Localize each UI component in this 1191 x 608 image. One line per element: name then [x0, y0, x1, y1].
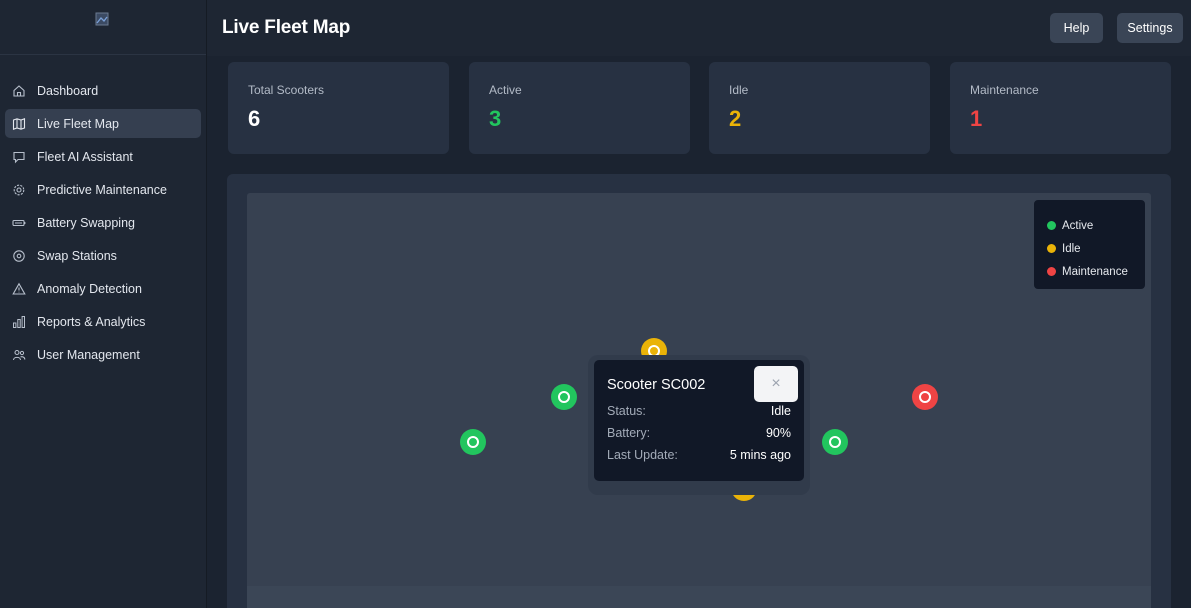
page-title: Live Fleet Map: [222, 17, 351, 38]
sidebar-item-dashboard[interactable]: Dashboard: [5, 76, 201, 105]
battery-icon: [12, 216, 26, 230]
status-dot: [1047, 221, 1056, 230]
stat-value: 3: [489, 106, 502, 131]
sidebar: Dashboard Live Fleet Map Fleet AI Assist…: [0, 0, 207, 608]
marker-ring-icon: [919, 391, 931, 403]
sidebar-item-user-management[interactable]: User Management: [5, 340, 201, 369]
sidebar-item-reports-analytics[interactable]: Reports & Analytics: [5, 307, 201, 336]
stat-label: Total Scooters: [248, 83, 325, 97]
stat-card-maintenance: Maintenance 1: [950, 62, 1171, 154]
scooter-marker-active[interactable]: [822, 429, 848, 455]
map-icon: [12, 117, 26, 131]
logo-area: [0, 0, 206, 55]
bar-chart-icon: [12, 315, 26, 329]
sidebar-item-label: Swap Stations: [37, 248, 117, 263]
popup-details: Status: Idle Battery: 90% Last Update: 5…: [607, 400, 791, 466]
sidebar-item-label: Dashboard: [37, 83, 99, 98]
scooter-marker-maintenance[interactable]: [912, 384, 938, 410]
scooter-marker-active[interactable]: [460, 429, 486, 455]
map-legend: Active Idle Maintenance: [1034, 200, 1145, 289]
scooter-marker-active[interactable]: [551, 384, 577, 410]
popup-key: Last Update:: [607, 448, 678, 462]
home-icon: [12, 84, 26, 98]
legend-item-maintenance: Maintenance: [1047, 260, 1145, 283]
popup-row-status: Status: Idle: [607, 400, 791, 422]
sidebar-item-label: Battery Swapping: [37, 215, 135, 230]
marker-ring-icon: [467, 436, 479, 448]
close-icon[interactable]: ×: [754, 366, 798, 402]
header-actions: Help Settings: [1050, 13, 1183, 43]
stat-card-idle: Idle 2: [709, 62, 930, 154]
stat-value: 2: [729, 106, 742, 131]
top-header: Live Fleet Map Help Settings: [207, 0, 1191, 56]
sidebar-item-label: Fleet AI Assistant: [37, 149, 133, 164]
map-footer-strip: [247, 586, 1151, 608]
popup-row-battery: Battery: 90%: [607, 422, 791, 444]
marker-ring-icon: [829, 436, 841, 448]
stat-label: Active: [489, 83, 522, 97]
popup-row-last-update: Last Update: 5 mins ago: [607, 444, 791, 466]
sidebar-item-label: Reports & Analytics: [37, 314, 146, 329]
sidebar-item-live-fleet-map[interactable]: Live Fleet Map: [5, 109, 201, 138]
popup-key: Battery:: [607, 426, 651, 440]
stat-value: 1: [970, 106, 983, 131]
sidebar-item-label: User Management: [37, 347, 140, 362]
legend-item-active: Active: [1047, 214, 1145, 237]
legend-label: Idle: [1062, 242, 1081, 255]
sidebar-item-swap-stations[interactable]: Swap Stations: [5, 241, 201, 270]
logo[interactable]: [95, 12, 111, 26]
sidebar-item-fleet-ai-assistant[interactable]: Fleet AI Assistant: [5, 142, 201, 171]
help-button[interactable]: Help: [1050, 13, 1103, 43]
stat-card-total-scooters: Total Scooters 6: [228, 62, 449, 154]
sidebar-nav: Dashboard Live Fleet Map Fleet AI Assist…: [0, 55, 206, 369]
stat-value: 6: [248, 106, 261, 131]
scooter-popup: Scooter SC002 × Status: Idle Battery: 90…: [594, 360, 804, 481]
settings-button[interactable]: Settings: [1117, 13, 1183, 43]
status-dot: [1047, 244, 1056, 253]
popup-value: 5 mins ago: [729, 448, 791, 462]
sidebar-item-anomaly-detection[interactable]: Anomaly Detection: [5, 274, 201, 303]
location-pin-icon: [12, 249, 26, 263]
sidebar-item-label: Anomaly Detection: [37, 281, 142, 296]
sidebar-item-predictive-maintenance[interactable]: Predictive Maintenance: [5, 175, 201, 204]
legend-item-idle: Idle: [1047, 237, 1145, 260]
gear-icon: [12, 183, 26, 197]
sidebar-item-label: Live Fleet Map: [37, 116, 119, 131]
broken-image-icon: [95, 12, 109, 26]
marker-ring-icon: [558, 391, 570, 403]
sidebar-item-label: Predictive Maintenance: [37, 182, 167, 197]
warning-icon: [12, 282, 26, 296]
users-icon: [12, 348, 26, 362]
popup-value: Idle: [770, 404, 791, 418]
stat-label: Maintenance: [970, 83, 1039, 97]
status-dot: [1047, 267, 1056, 276]
popup-value: 90%: [765, 426, 791, 440]
sidebar-item-battery-swapping[interactable]: Battery Swapping: [5, 208, 201, 237]
stat-card-active: Active 3: [469, 62, 690, 154]
legend-label: Active: [1062, 219, 1094, 232]
legend-label: Maintenance: [1062, 265, 1128, 278]
chat-icon: [12, 150, 26, 164]
popup-key: Status:: [607, 404, 646, 418]
stat-label: Idle: [729, 83, 749, 97]
